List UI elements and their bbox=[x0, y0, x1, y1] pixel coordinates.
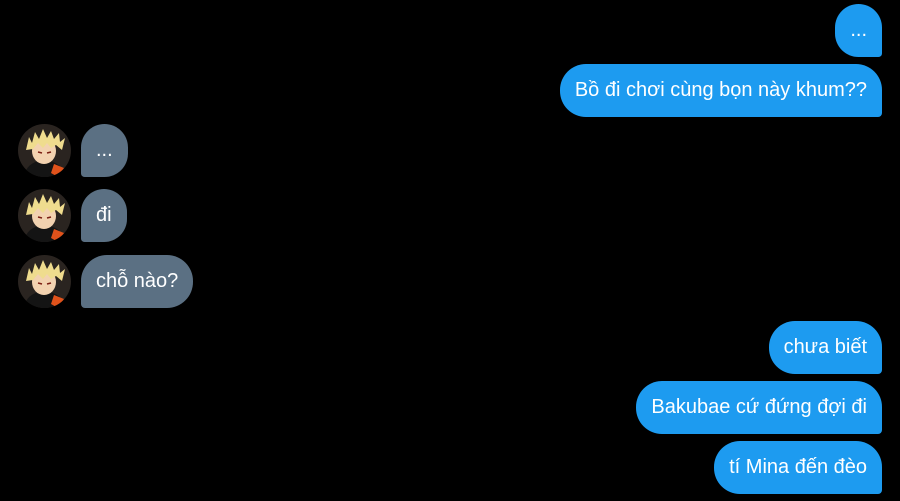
message-text: tí Mina đến đèo bbox=[729, 456, 867, 478]
incoming-message[interactable]: chỗ nào? bbox=[81, 255, 194, 308]
bakugo-avatar-icon bbox=[18, 124, 71, 177]
message-text: chưa biết bbox=[783, 336, 867, 358]
message-text: Bồ đi chơi cùng bọn này khum?? bbox=[574, 79, 867, 101]
outgoing-message[interactable]: tí Mina đến đèo bbox=[714, 441, 882, 494]
chat-thread: ... Bồ đi chơi cùng bọn này khum?? ... đ… bbox=[0, 0, 900, 501]
message-text: ... bbox=[850, 19, 867, 41]
message-text: Bakubae cứ đứng đợi đi bbox=[651, 396, 867, 418]
message-text: ... bbox=[96, 139, 113, 161]
message-text: chỗ nào? bbox=[96, 270, 179, 292]
bakugo-avatar-icon bbox=[18, 189, 71, 242]
contact-avatar[interactable] bbox=[18, 255, 71, 308]
incoming-message[interactable]: ... bbox=[81, 124, 128, 177]
outgoing-message[interactable]: ... bbox=[835, 4, 882, 57]
contact-avatar[interactable] bbox=[18, 189, 71, 242]
message-text: đi bbox=[96, 204, 112, 226]
contact-avatar[interactable] bbox=[18, 124, 71, 177]
bakugo-avatar-icon bbox=[18, 255, 71, 308]
outgoing-message[interactable]: chưa biết bbox=[768, 321, 882, 374]
incoming-message[interactable]: đi bbox=[81, 189, 127, 242]
outgoing-message[interactable]: Bakubae cứ đứng đợi đi bbox=[636, 381, 882, 434]
outgoing-message[interactable]: Bồ đi chơi cùng bọn này khum?? bbox=[559, 64, 882, 117]
